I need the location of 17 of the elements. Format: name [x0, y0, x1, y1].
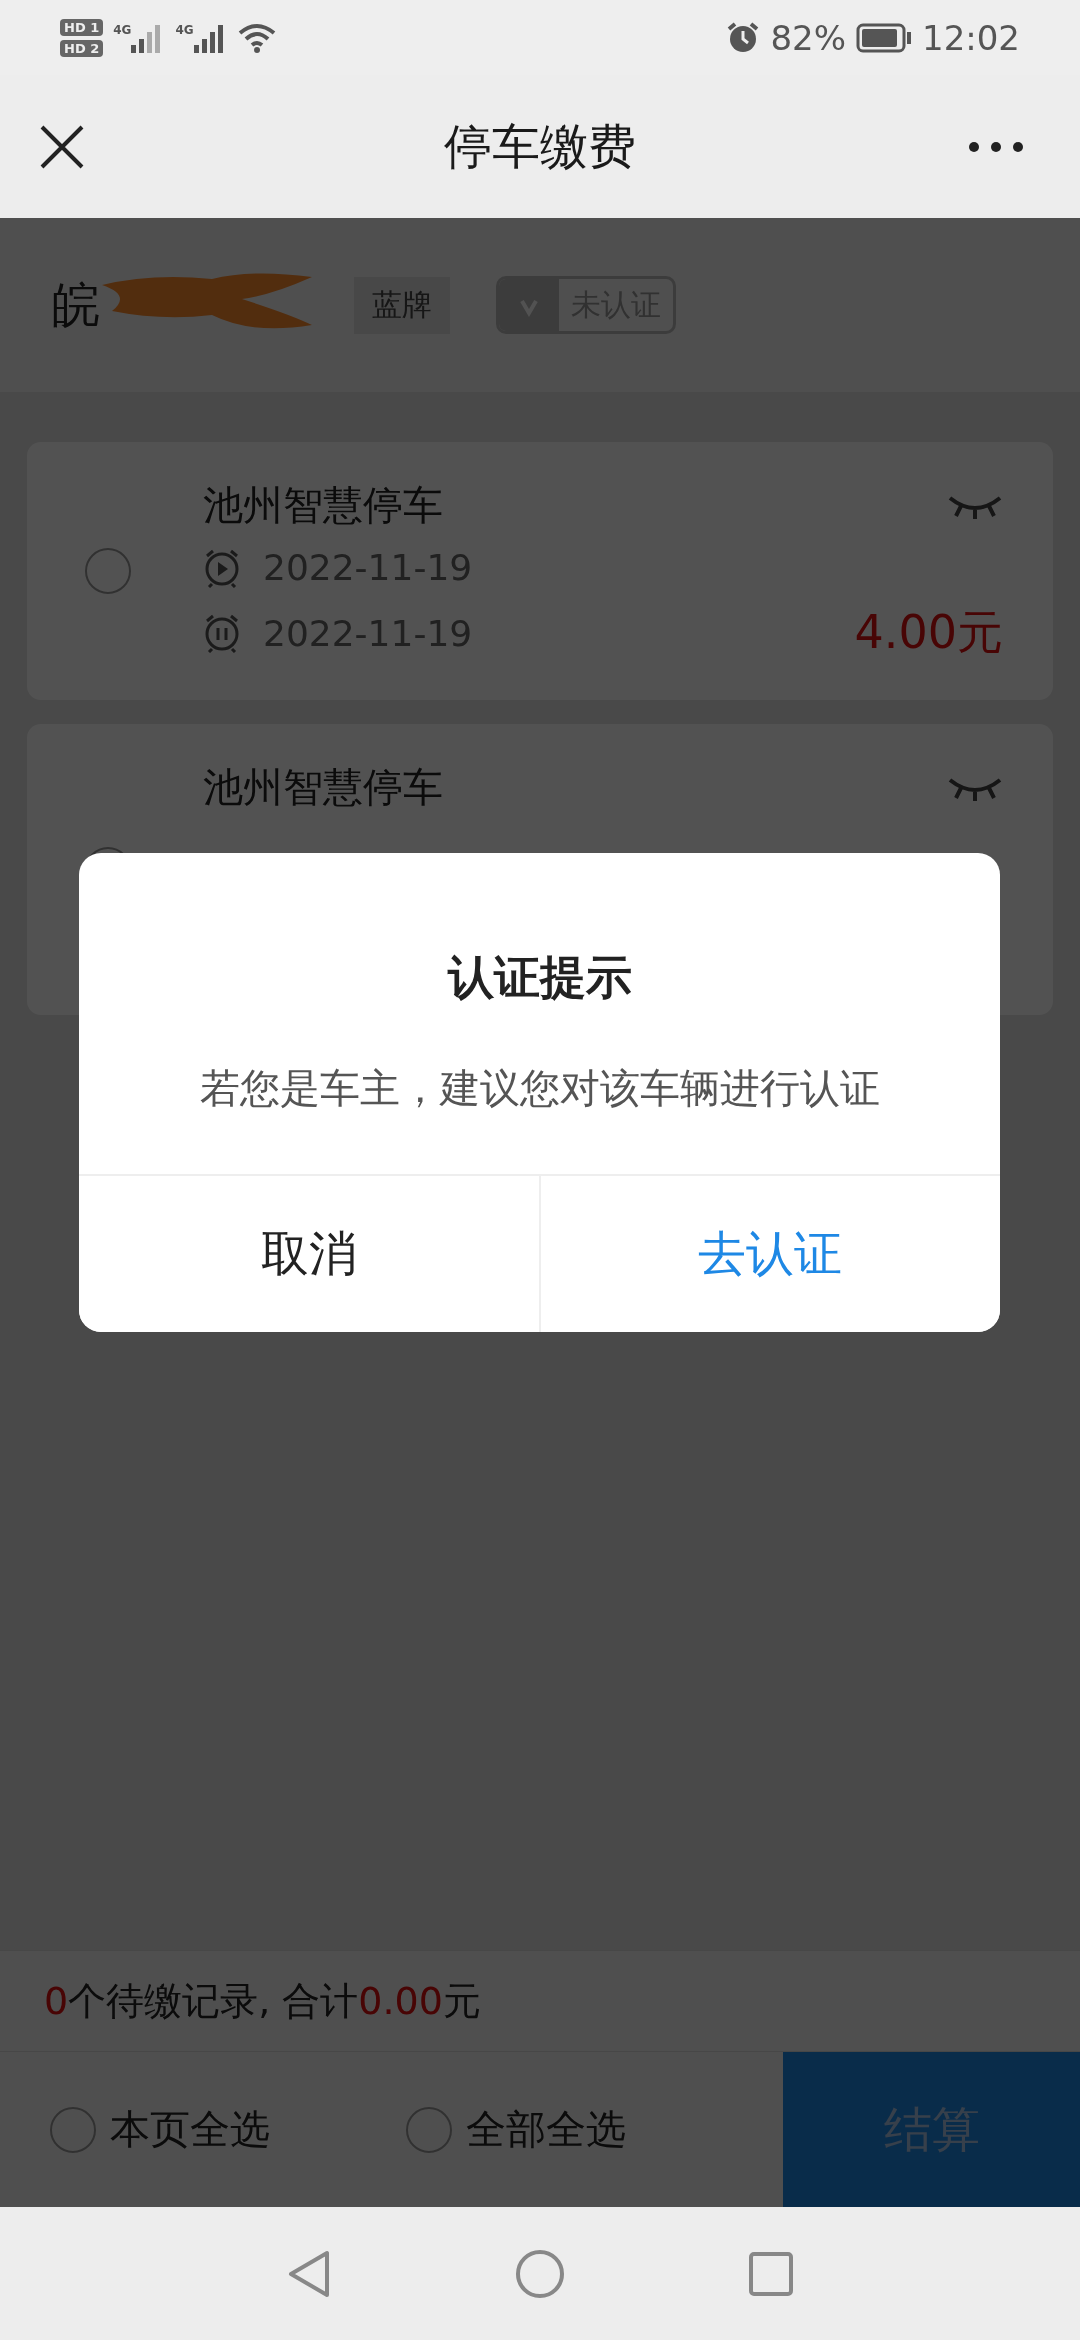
- parking-fee: 4.00元: [854, 604, 1003, 661]
- parking-lot-name: 池州智慧停车: [203, 481, 443, 530]
- total-amount: 0.00: [358, 1979, 443, 2023]
- parking-lot-name: 池州智慧停车: [203, 763, 443, 812]
- clock-time: 12:02: [922, 17, 1020, 58]
- dialog-title: 认证提示: [447, 949, 632, 1006]
- summary-text: 个待缴记录, 合计: [68, 1977, 359, 2025]
- license-plate: 皖: [52, 275, 100, 334]
- sim-badge: HD 1: [60, 18, 104, 36]
- page-title: 停车缴费: [444, 116, 636, 176]
- record-count: 0: [44, 1979, 69, 2023]
- sim-badge: HD 2: [60, 39, 104, 57]
- network-label: 4G: [113, 22, 132, 37]
- dialog-message: 若您是车主，建议您对该车辆进行认证: [199, 1064, 880, 1113]
- network-label: 4G: [175, 22, 194, 37]
- currency-unit: 元: [442, 1977, 481, 2025]
- battery-percent: 82%: [770, 17, 846, 58]
